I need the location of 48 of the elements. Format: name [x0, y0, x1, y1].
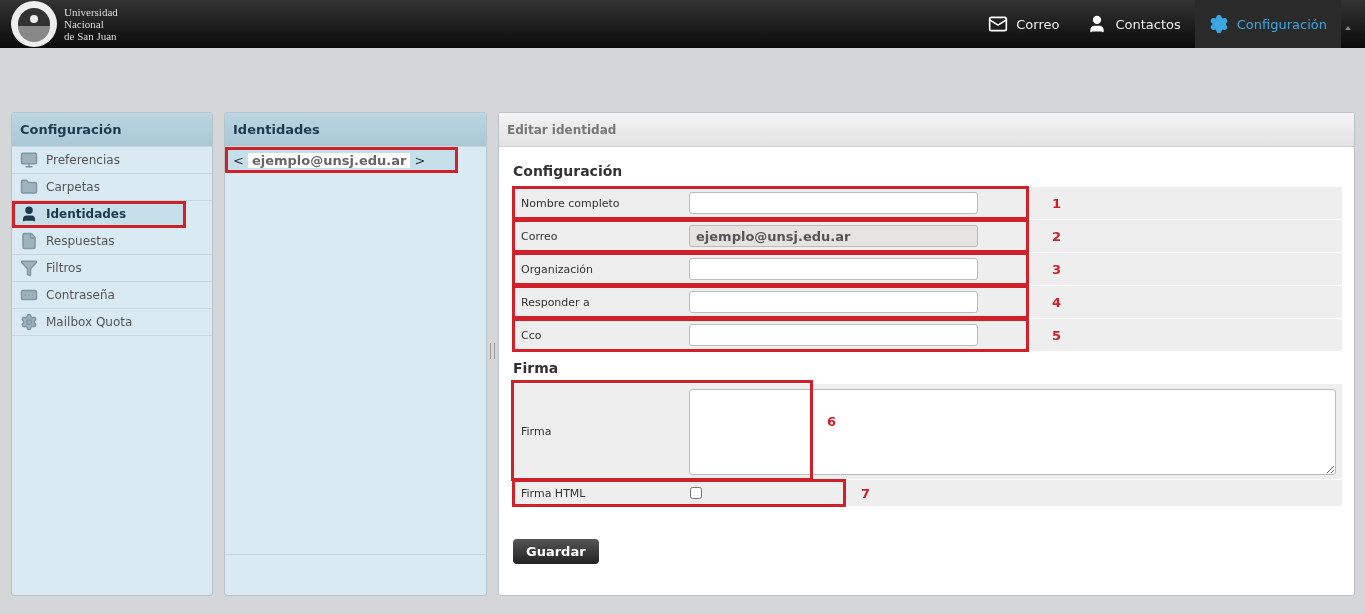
filter-icon — [20, 259, 38, 277]
annotation-number: 1 — [1052, 195, 1062, 211]
annotation-number: 4 — [1052, 294, 1062, 310]
section-title: Firma — [513, 360, 560, 376]
university-seal-icon — [10, 0, 58, 48]
section-title: Configuración — [513, 163, 624, 179]
caret-icon[interactable] — [1345, 26, 1351, 30]
annotation-number: 2 — [1052, 228, 1062, 244]
panel-title: Identidades — [225, 113, 486, 147]
sidebar-item[interactable]: Filtros — [12, 255, 212, 282]
envelope-icon — [988, 14, 1009, 34]
field-label: Cco — [520, 328, 543, 342]
university-name: Universidad Nacional de San Juan — [64, 6, 118, 42]
monitor-icon — [20, 151, 38, 169]
annotation-number: 3 — [1052, 261, 1062, 277]
field-label: Firma HTML — [520, 486, 587, 500]
resize-handle[interactable] — [490, 343, 495, 359]
sidebar-item[interactable]: Contraseña — [12, 282, 212, 309]
save-button[interactable]: Guardar — [513, 539, 599, 564]
folder-icon — [20, 178, 38, 196]
sidebar-item[interactable]: Mailbox Quota — [12, 309, 212, 336]
annotation-number: 7 — [861, 485, 871, 501]
checkbox[interactable] — [690, 487, 702, 499]
settings-icon — [20, 313, 38, 331]
person-icon — [20, 205, 38, 223]
field-label: Correo — [520, 229, 559, 243]
field-label: Organización — [520, 262, 595, 276]
text-field[interactable] — [689, 258, 978, 280]
settings-icon — [1208, 14, 1229, 34]
nav-tab[interactable]: Correo — [974, 0, 1074, 48]
sidebar-item[interactable]: Preferencias — [12, 147, 212, 174]
nav-tab[interactable]: Contactos — [1073, 0, 1195, 48]
sidebar-item[interactable]: Respuestas — [12, 228, 212, 255]
annotation-number: 6 — [827, 414, 837, 429]
field-label: Firma — [520, 425, 553, 438]
identity-item[interactable]: < ejemplo@unsj.edu.ar > — [225, 147, 458, 173]
field-label: Responder a — [520, 295, 591, 309]
annotation-number: 5 — [1052, 327, 1062, 343]
text-field[interactable] — [689, 324, 978, 346]
panel-title: Editar identidad — [499, 113, 1354, 147]
text-field[interactable] — [689, 291, 978, 313]
document-icon — [20, 232, 38, 250]
field-label: Nombre completo — [520, 196, 621, 210]
sidebar-item[interactable]: Identidades — [12, 201, 186, 228]
signature-field[interactable] — [689, 388, 1336, 475]
panel-title: Configuración — [12, 113, 212, 147]
text-field[interactable] — [689, 192, 978, 214]
nav-tab[interactable]: Configuración — [1194, 0, 1341, 48]
